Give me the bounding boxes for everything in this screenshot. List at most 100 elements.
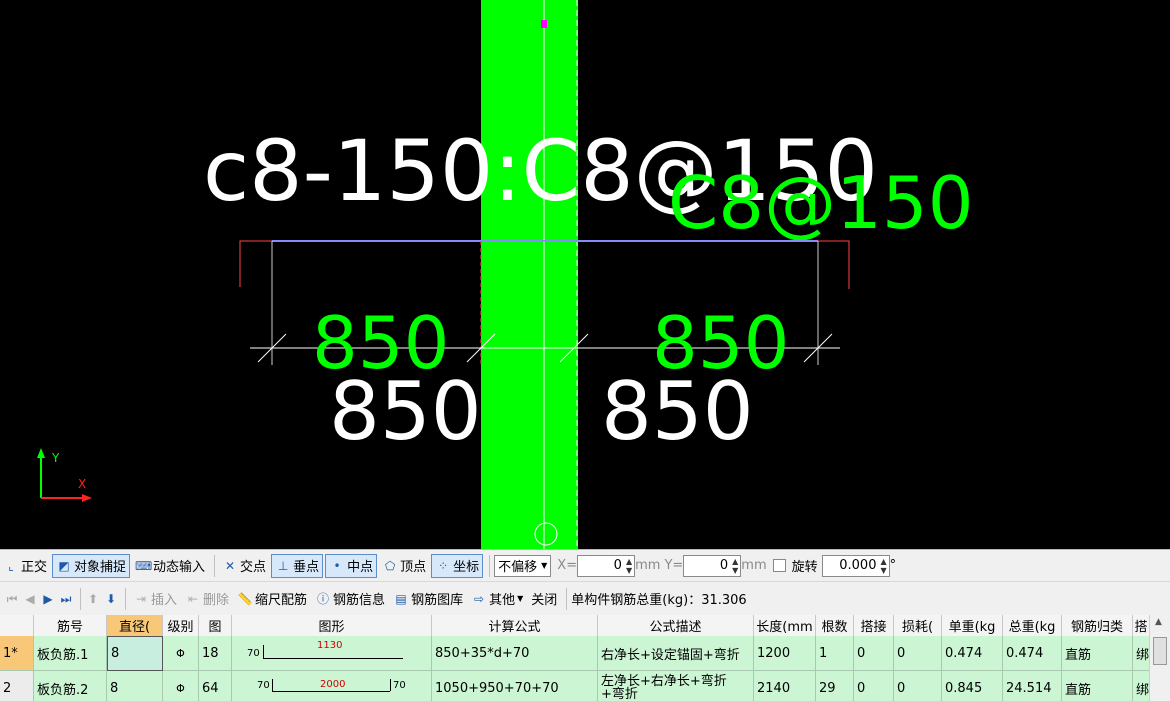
formula-desc-cell[interactable]: 左净长+右净长+弯折+弯折 (598, 671, 754, 701)
first-record-icon[interactable]: ⏮ (4, 591, 20, 607)
column-header[interactable]: 根数 (816, 615, 854, 636)
shape-mid-dim: 2000 (320, 679, 346, 690)
total-weight-cell[interactable]: 24.514 (1003, 671, 1062, 701)
column-header[interactable] (0, 615, 34, 636)
lap-cell[interactable]: 0 (854, 636, 894, 671)
rotate-checkbox[interactable] (772, 559, 786, 572)
table-row[interactable]: 1* 板负筋.1 8 Φ 18 70 1130 850+35*d+70 右净长+… (0, 636, 1150, 671)
row-index[interactable]: 2 (0, 671, 34, 701)
unit-weight-cell[interactable]: 0.474 (942, 636, 1003, 671)
other-menu-button[interactable]: ⇨ 其他 ▼ (468, 587, 526, 611)
column-header[interactable]: 图形 (232, 615, 432, 636)
perpendicular-snap-button[interactable]: ⊥ 垂点 (271, 553, 324, 578)
column-header[interactable]: 单重(kg (942, 615, 1003, 636)
library-icon: ▤ (395, 591, 407, 606)
ortho-button[interactable]: ⌞ 正交 (0, 554, 50, 578)
drawing-svg[interactable]: c8-150:C8@150 C8@150 850 850 850 850 Y X (0, 0, 1170, 549)
length-cell[interactable]: 2140 (754, 671, 816, 701)
lap-cell[interactable]: 0 (854, 671, 894, 701)
offset-mode-select[interactable]: 不偏移 ▼ (494, 554, 552, 577)
cad-drawing-canvas[interactable]: c8-150:C8@150 C8@150 850 850 850 850 Y X (0, 0, 1170, 549)
move-down-icon[interactable]: ⬇ (103, 591, 119, 607)
loss-cell[interactable]: 0 (894, 671, 942, 701)
y-offset-input[interactable]: 0 ▲ ▼ (683, 554, 742, 577)
delete-button[interactable]: ⇤ 删除 (182, 587, 232, 611)
previous-record-icon[interactable]: ◀ (22, 591, 38, 607)
shape-cell[interactable]: 70 2000 70 (232, 671, 432, 701)
intersection-snap-button[interactable]: ✕ 交点 (219, 554, 269, 578)
bar-name-cell[interactable]: 板负筋.2 (34, 671, 107, 701)
table-vertical-scrollbar[interactable]: ▲ (1149, 615, 1170, 701)
loss-cell[interactable]: 0 (894, 636, 942, 671)
column-header[interactable]: 钢筋归类 (1062, 615, 1133, 636)
dynamic-input-button[interactable]: ⌨ 动态输入 (132, 554, 208, 578)
next-record-icon[interactable]: ▶ (40, 591, 56, 607)
formula-desc-cell[interactable]: 右净长+设定锚固+弯折 (598, 636, 754, 671)
column-header[interactable]: 长度(mm (754, 615, 816, 636)
figure-no-cell[interactable]: 18 (199, 636, 232, 671)
spinner-icon[interactable]: ▲ ▼ (626, 557, 632, 575)
separator (566, 587, 568, 610)
x-label: X= (557, 558, 578, 573)
table-row[interactable]: 2 板负筋.2 8 Φ 64 70 2000 70 1050+950+70+70… (0, 671, 1150, 701)
column-header[interactable]: 搭 (1133, 615, 1150, 636)
diameter-cell[interactable]: 8 (107, 671, 163, 701)
column-header[interactable]: 图 (199, 615, 232, 636)
count-cell[interactable]: 29 (816, 671, 854, 701)
move-up-icon[interactable]: ⬆ (85, 591, 101, 607)
column-header[interactable]: 搭接 (854, 615, 894, 636)
diameter-cell[interactable]: 8 (107, 636, 163, 671)
scroll-thumb[interactable] (1153, 637, 1167, 665)
rebar-label-green[interactable]: C8@150 (668, 161, 974, 245)
column-header[interactable]: 筋号 (34, 615, 107, 636)
snap-toolbar: ⌞ 正交 ◩ 对象捕捉 ⌨ 动态输入 ✕ 交点 ⊥ 垂点 • 中点 ⬠ 顶点 ⁘ 坐标 不偏移 ▼… (0, 549, 1170, 581)
midpoint-snap-button[interactable]: • 中点 (325, 553, 378, 578)
grade-cell[interactable]: Φ (163, 671, 199, 701)
midpoint-icon: • (333, 558, 341, 573)
x-offset-input[interactable]: 0 ▲ ▼ (577, 554, 636, 577)
lap-type-cell[interactable]: 绑 (1133, 636, 1150, 671)
support-beam[interactable] (481, 0, 578, 549)
scale-rebar-button[interactable]: 📏 缩尺配筋 (234, 587, 310, 611)
column-header[interactable]: 直径( (107, 615, 163, 636)
category-cell[interactable]: 直筋 (1062, 671, 1133, 701)
snap-icon: ◩ (58, 558, 70, 573)
dim-text-left-white[interactable]: 850 (329, 365, 482, 458)
lap-type-cell[interactable]: 绑 (1133, 671, 1150, 701)
formula-cell[interactable]: 1050+950+70+70 (432, 671, 598, 701)
other-icon: ⇨ (474, 591, 485, 606)
object-snap-button[interactable]: ◩ 对象捕捉 (52, 553, 131, 578)
dim-text-right-white[interactable]: 850 (601, 365, 754, 458)
coordinate-snap-button[interactable]: ⁘ 坐标 (431, 553, 484, 578)
rebar-table: 筋号 直径( 级别 图 图形 计算公式 公式描述 长度(mm 根数 搭接 损耗(… (0, 615, 1170, 701)
spinner-icon[interactable]: ▲ ▼ (880, 557, 886, 575)
formula-cell[interactable]: 850+35*d+70 (432, 636, 598, 671)
column-header[interactable]: 损耗( (894, 615, 942, 636)
rebar-hook-left (239, 240, 272, 287)
rebar-info-button[interactable]: ⓘ 钢筋信息 (312, 587, 388, 611)
column-header[interactable]: 计算公式 (432, 615, 598, 636)
vertex-snap-button[interactable]: ⬠ 顶点 (379, 554, 429, 578)
scroll-up-icon[interactable]: ▲ (1155, 617, 1162, 627)
bar-name-cell[interactable]: 板负筋.1 (34, 636, 107, 671)
last-record-icon[interactable]: ⏭ (58, 591, 74, 607)
grip-point[interactable] (541, 20, 547, 28)
figure-no-cell[interactable]: 64 (199, 671, 232, 701)
grade-cell[interactable]: Φ (163, 636, 199, 671)
column-header[interactable]: 总重(kg (1003, 615, 1062, 636)
column-header[interactable]: 公式描述 (598, 615, 754, 636)
dropdown-arrow-icon: ▼ (541, 561, 548, 570)
shape-cell[interactable]: 70 1130 (232, 636, 432, 671)
column-header[interactable]: 级别 (163, 615, 199, 636)
spinner-icon[interactable]: ▲ ▼ (732, 557, 738, 575)
rebar-library-button[interactable]: ▤ 钢筋图库 (390, 587, 466, 611)
unit-weight-cell[interactable]: 0.845 (942, 671, 1003, 701)
insert-button[interactable]: ⇥ 插入 (130, 587, 180, 611)
length-cell[interactable]: 1200 (754, 636, 816, 671)
total-weight-cell[interactable]: 0.474 (1003, 636, 1062, 671)
category-cell[interactable]: 直筋 (1062, 636, 1133, 671)
rotate-angle-input[interactable]: 0.000 ▲ ▼ (821, 554, 890, 577)
row-index[interactable]: 1* (0, 636, 34, 671)
count-cell[interactable]: 1 (816, 636, 854, 671)
close-button[interactable]: 关闭 (528, 587, 560, 611)
